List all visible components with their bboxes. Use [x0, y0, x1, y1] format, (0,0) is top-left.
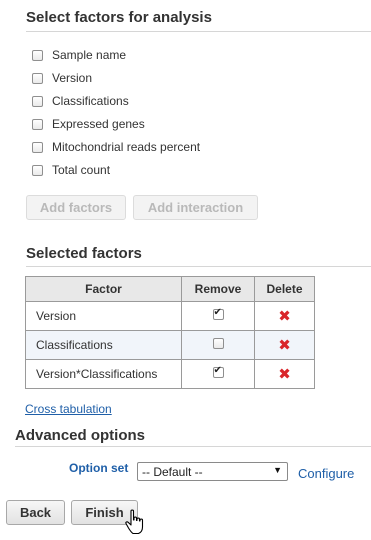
checkbox-label: Sample name — [52, 48, 127, 62]
select-factors-title: Select factors for analysis — [26, 9, 212, 26]
delete-icon[interactable]: ✖ — [278, 336, 291, 354]
checkbox-icon[interactable] — [32, 118, 43, 130]
delete-icon[interactable]: ✖ — [278, 307, 291, 325]
checkbox-expressed-genes[interactable]: Expressed genes — [32, 114, 145, 134]
dropdown-arrow-icon: ▼ — [273, 465, 282, 475]
column-header-factor: Factor — [25, 276, 182, 302]
option-set-label: Option set — [69, 461, 129, 475]
table-row: Version ✖ — [25, 301, 315, 331]
remove-checkbox[interactable] — [212, 307, 224, 320]
checkbox-label: Version — [52, 71, 93, 85]
cross-tabulation-link[interactable]: Cross tabulation — [25, 402, 112, 416]
column-header-delete: Delete — [254, 276, 315, 302]
checkbox-label: Classifications — [52, 94, 129, 108]
section-divider — [26, 266, 371, 267]
option-set-select[interactable]: -- Default -- ▼ — [137, 462, 288, 481]
selected-factors-title: Selected factors — [26, 245, 142, 262]
checkbox-icon[interactable] — [32, 141, 43, 153]
table-header-row: Factor Remove Delete — [25, 276, 315, 302]
selected-factors-table: Factor Remove Delete Version ✖ Classific… — [25, 276, 315, 389]
checkbox-label: Mitochondrial reads percent — [52, 140, 201, 154]
option-set-value: -- Default -- — [142, 464, 203, 479]
table-row: Classifications ✖ — [25, 330, 315, 360]
factor-cell: Version*Classifications — [25, 359, 182, 389]
back-button[interactable]: Back — [6, 500, 65, 525]
add-factors-button[interactable]: Add factors — [26, 195, 126, 220]
hand-cursor-icon — [124, 509, 146, 535]
checkbox-label: Total count — [52, 163, 111, 177]
checkbox-icon[interactable] — [32, 72, 43, 84]
section-divider — [26, 31, 371, 32]
checkbox-label: Expressed genes — [52, 117, 145, 131]
checkbox-mitochondrial-reads-percent[interactable]: Mitochondrial reads percent — [32, 137, 200, 157]
section-divider — [15, 446, 371, 447]
checkbox-total-count[interactable]: Total count — [32, 160, 110, 180]
checkbox-sample-name[interactable]: Sample name — [32, 45, 126, 65]
table-row: Version*Classifications ✖ — [25, 359, 315, 389]
configure-link[interactable]: Configure — [298, 466, 354, 481]
checkbox-icon[interactable] — [32, 95, 43, 107]
checkbox-classifications[interactable]: Classifications — [32, 91, 129, 111]
delete-icon[interactable]: ✖ — [278, 365, 291, 383]
column-header-remove: Remove — [181, 276, 255, 302]
factor-cell: Classifications — [25, 330, 182, 360]
remove-checkbox[interactable] — [212, 338, 224, 349]
advanced-options-title: Advanced options — [15, 427, 146, 444]
factor-cell: Version — [25, 301, 182, 331]
checkbox-icon[interactable] — [32, 164, 43, 176]
checkbox-version[interactable]: Version — [32, 68, 92, 88]
add-interaction-button[interactable]: Add interaction — [133, 195, 258, 220]
remove-checkbox[interactable] — [212, 365, 224, 378]
checkbox-icon[interactable] — [32, 49, 43, 61]
